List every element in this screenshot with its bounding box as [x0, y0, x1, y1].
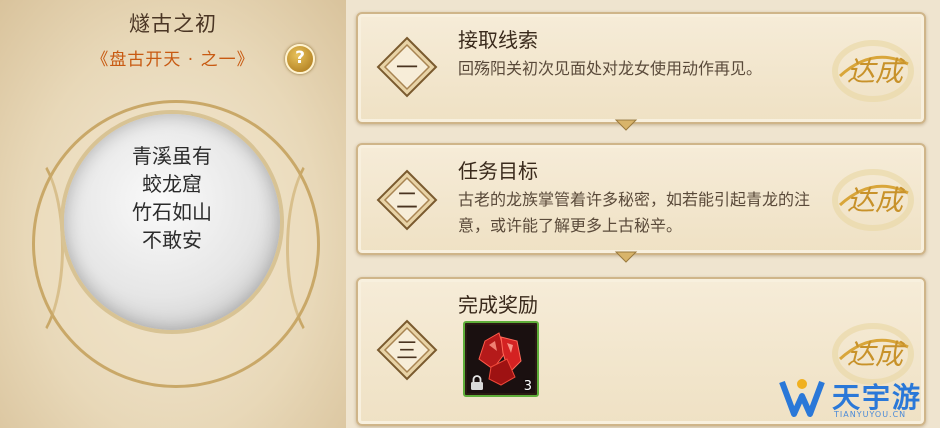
step-title: 完成奖励 — [458, 293, 538, 317]
item-count: 3 — [523, 379, 532, 394]
step-numeral: 三 — [396, 339, 418, 364]
stamp-label: 达成 — [847, 55, 907, 88]
step-numeral-badge: 一 — [376, 36, 438, 98]
completed-stamp: 达成 — [832, 169, 914, 231]
poem-line: 竹石如山 — [132, 200, 212, 224]
watermark-url: TIANYUYOU.CN — [834, 410, 907, 419]
poem-text: 青溪虽有 蛟龙窟 竹石如山 不敢安 — [64, 142, 280, 254]
story-title: 燧古之初 — [129, 12, 217, 36]
poem-line: 蛟龙窟 — [142, 172, 202, 196]
step-connector — [614, 251, 638, 263]
step-title: 任务目标 — [458, 159, 538, 183]
stamp-label: 达成 — [847, 184, 907, 217]
step-numeral: 一 — [396, 56, 418, 81]
step-description: 回殇阳关初次见面处对龙女使用动作再见。 — [458, 59, 763, 78]
site-watermark: 天宇游 TIANYUYOU.CN — [776, 374, 936, 424]
stamp-label: 达成 — [847, 338, 907, 371]
step-description: 古老的龙族掌管着许多秘密，如若能引起青龙的注意，或许能了解更多上古秘辛。 — [458, 190, 811, 235]
story-panel: 燧古之初 《盘古开天 · 之一》 ? 青溪虽有 蛟龙窟 竹石如山 不敢安 — [0, 0, 346, 428]
lock-icon — [471, 375, 483, 390]
step-connector — [614, 119, 638, 131]
poem-line: 不敢安 — [142, 228, 202, 252]
step-numeral: 二 — [396, 189, 418, 214]
poem-line: 青溪虽有 — [132, 144, 212, 168]
reward-item-slot[interactable]: 3 — [463, 321, 539, 397]
watermark-logo-icon — [779, 379, 825, 417]
step-numeral-badge: 三 — [376, 319, 438, 381]
quest-step-1: 一 接取线索 回殇阳关初次见面处对龙女使用动作再见。 达成 — [356, 12, 926, 124]
step-numeral-badge: 二 — [376, 169, 438, 231]
completed-stamp: 达成 — [832, 40, 914, 102]
quest-step-2: 二 任务目标 古老的龙族掌管着许多秘密，如若能引起青龙的注意，或许能了解更多上古… — [356, 143, 926, 255]
help-button[interactable]: ? — [285, 44, 315, 74]
step-title: 接取线索 — [458, 28, 538, 52]
